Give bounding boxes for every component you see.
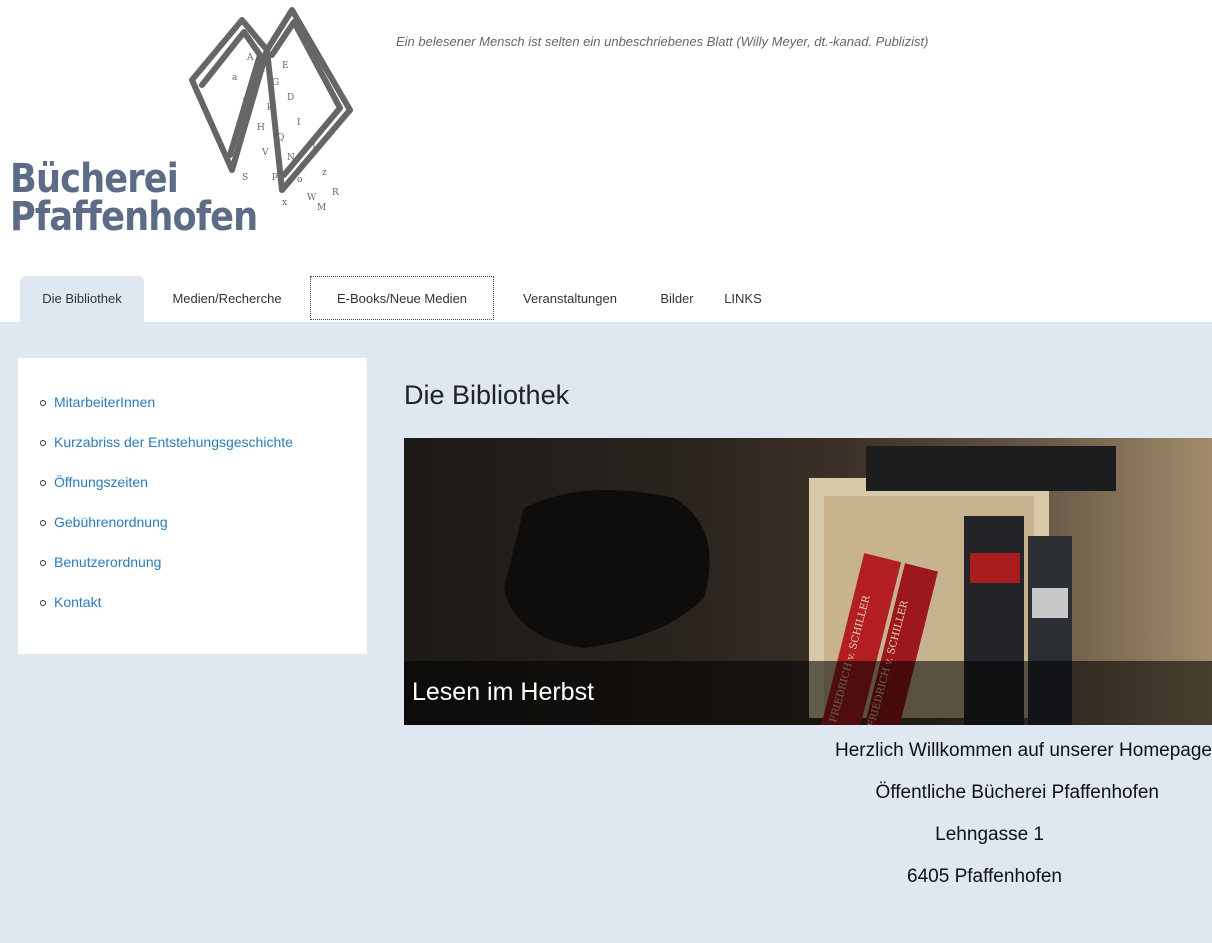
sidebar-link[interactable]: Öffnungszeiten <box>54 474 148 490</box>
tab-links[interactable]: LINKS <box>715 276 771 322</box>
sidebar-item-gebuehrenordnung: Gebührenordnung <box>40 514 367 554</box>
svg-text:Q: Q <box>277 133 284 143</box>
svg-text:A: A <box>246 53 254 63</box>
tab-ebooks-neue-medien[interactable]: E-Books/Neue Medien <box>310 276 494 320</box>
address-city: 6405 Pfaffenhofen <box>907 866 1062 887</box>
main-nav: Die Bibliothek Medien/Recherche E-Books/… <box>0 276 1212 322</box>
sidebar-item-oeffnungszeiten: Öffnungszeiten <box>40 474 367 514</box>
sidebar-item-kontakt: Kontakt <box>40 594 367 634</box>
svg-text:J: J <box>311 143 316 153</box>
svg-text:f: f <box>262 65 266 75</box>
sidebar-item-mitarbeiterinnen: MitarbeiterInnen <box>40 394 367 434</box>
library-name: Öffentliche Bücherei Pfaffenhofen <box>875 782 1159 803</box>
slogan: Ein belesener Mensch ist selten ein unbe… <box>396 34 929 49</box>
svg-text:G: G <box>272 78 279 88</box>
svg-text:c: c <box>252 83 257 93</box>
svg-text:R: R <box>332 188 339 198</box>
sidebar-link[interactable]: Kontakt <box>54 594 101 610</box>
hero-caption: Lesen im Herbst <box>412 678 595 706</box>
hero-image-slider[interactable]: FRIEDRICH v. SCHILLER FRIEDRICH v. SCHIL… <box>404 438 1212 725</box>
svg-text:I: I <box>297 118 301 128</box>
logo-line-1: Bücherei <box>10 156 179 202</box>
svg-text:k: k <box>267 103 273 113</box>
svg-text:D: D <box>287 93 294 103</box>
address-street: Lehngasse 1 <box>935 824 1044 845</box>
svg-text:H: H <box>257 123 265 133</box>
site-header: AfE acG FkD HQI VNJ Spo zWR xM Bücherei … <box>0 0 1212 276</box>
tab-bilder[interactable]: Bilder <box>645 276 709 322</box>
svg-text:a: a <box>232 73 238 83</box>
svg-text:M: M <box>317 203 326 213</box>
tab-die-bibliothek[interactable]: Die Bibliothek <box>20 276 144 322</box>
tab-veranstaltungen[interactable]: Veranstaltungen <box>500 276 640 322</box>
logo-wordmark[interactable]: Bücherei Pfaffenhofen <box>10 156 291 240</box>
page-title: Die Bibliothek <box>404 380 570 410</box>
svg-text:o: o <box>297 175 302 185</box>
svg-text:V: V <box>261 148 269 158</box>
sidebar-item-benutzerordnung: Benutzerordnung <box>40 554 367 594</box>
svg-text:E: E <box>282 61 289 71</box>
content-area: MitarbeiterInnen Kurzabriss der Entstehu… <box>0 322 1212 943</box>
sidebar-link[interactable]: Benutzerordnung <box>54 554 161 570</box>
sidebar-link[interactable]: Kurzabriss der Entstehungsgeschichte <box>54 434 293 450</box>
sidebar-item-entstehungsgeschichte: Kurzabriss der Entstehungsgeschichte <box>40 434 367 474</box>
svg-text:W: W <box>307 193 317 203</box>
tab-medien-recherche[interactable]: Medien/Recherche <box>150 276 304 322</box>
sidebar-menu: MitarbeiterInnen Kurzabriss der Entstehu… <box>18 358 367 654</box>
sidebar-link[interactable]: Gebührenordnung <box>54 514 168 530</box>
welcome-text: Herzlich Willkommen auf unserer Homepage <box>835 740 1212 761</box>
sidebar-link[interactable]: MitarbeiterInnen <box>54 394 155 410</box>
logo-line-2: Pfaffenhofen <box>10 194 258 240</box>
svg-text:z: z <box>322 168 327 178</box>
svg-text:F: F <box>242 98 248 108</box>
